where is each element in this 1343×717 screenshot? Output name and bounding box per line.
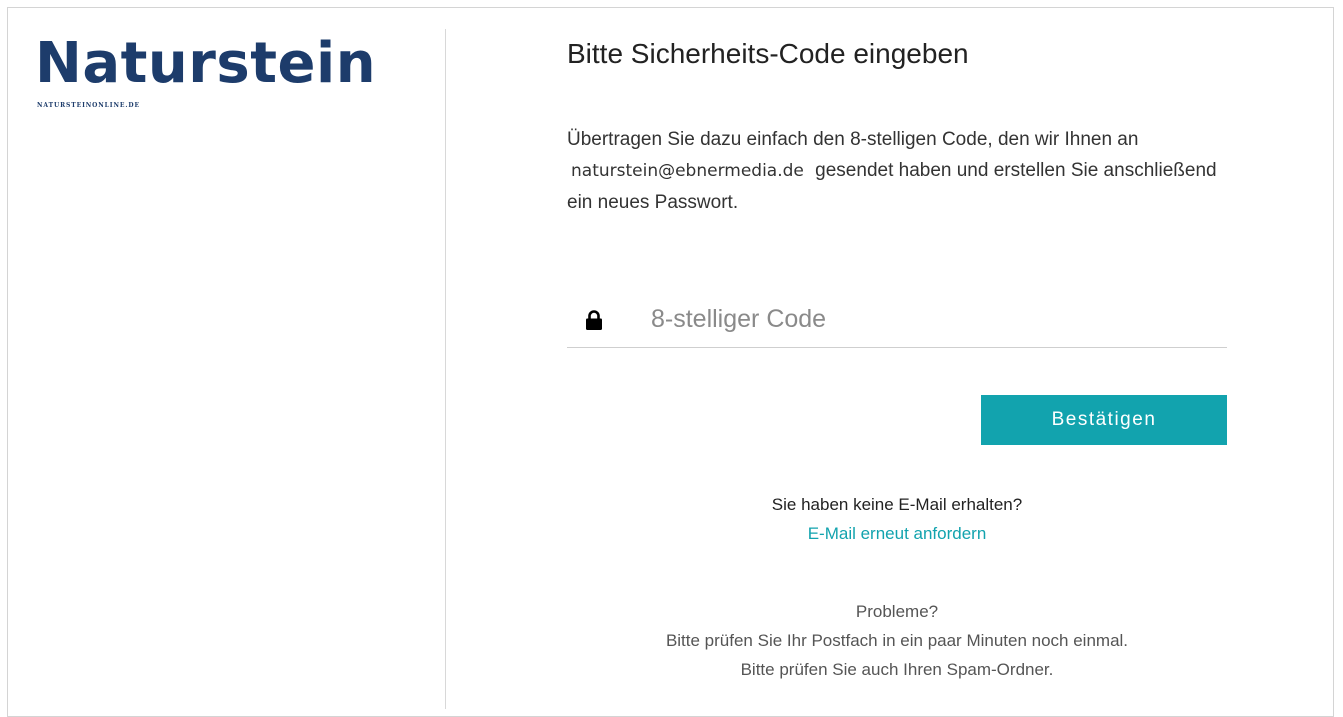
- instructions-text: Übertragen Sie dazu einfach den 8-stelli…: [567, 124, 1217, 218]
- problems-help: Probleme? Bitte prüfen Sie Ihr Postfach …: [567, 597, 1227, 684]
- logo-subline: NATURSTEINONLINE.DE: [37, 102, 140, 109]
- page-title: Bitte Sicherheits-Code eingeben: [567, 38, 969, 69]
- security-code-form: Bitte Sicherheits-Code eingeben Übertrag…: [446, 8, 1333, 716]
- naturstein-logo: Naturstein NATURSTEINONLINE.DE: [35, 31, 415, 110]
- problems-line-1: Bitte prüfen Sie Ihr Postfach in ein paa…: [665, 631, 1129, 650]
- no-mail-text: Sie haben keine E-Mail erhalten?: [771, 495, 1023, 514]
- logo-wordmark: Naturstein: [35, 31, 377, 96]
- problems-heading: Probleme?: [855, 602, 939, 621]
- brand-panel: Naturstein NATURSTEINONLINE.DE: [8, 8, 445, 716]
- page-frame: Naturstein NATURSTEINONLINE.DE Bitte Sic…: [7, 7, 1334, 717]
- instructions-before: Übertragen Sie dazu einfach den 8-stelli…: [567, 129, 1139, 150]
- lock-icon: [585, 310, 603, 330]
- problems-line-2: Bitte prüfen Sie auch Ihren Spam-Ordner.: [740, 660, 1054, 679]
- code-field: [567, 293, 1227, 348]
- confirm-button[interactable]: Bestätigen: [981, 395, 1227, 445]
- security-code-input[interactable]: [651, 301, 1211, 337]
- resend-email-link[interactable]: E-Mail erneut anfordern: [567, 524, 1227, 544]
- recipient-email: naturstein@ebnermedia.de: [571, 161, 804, 181]
